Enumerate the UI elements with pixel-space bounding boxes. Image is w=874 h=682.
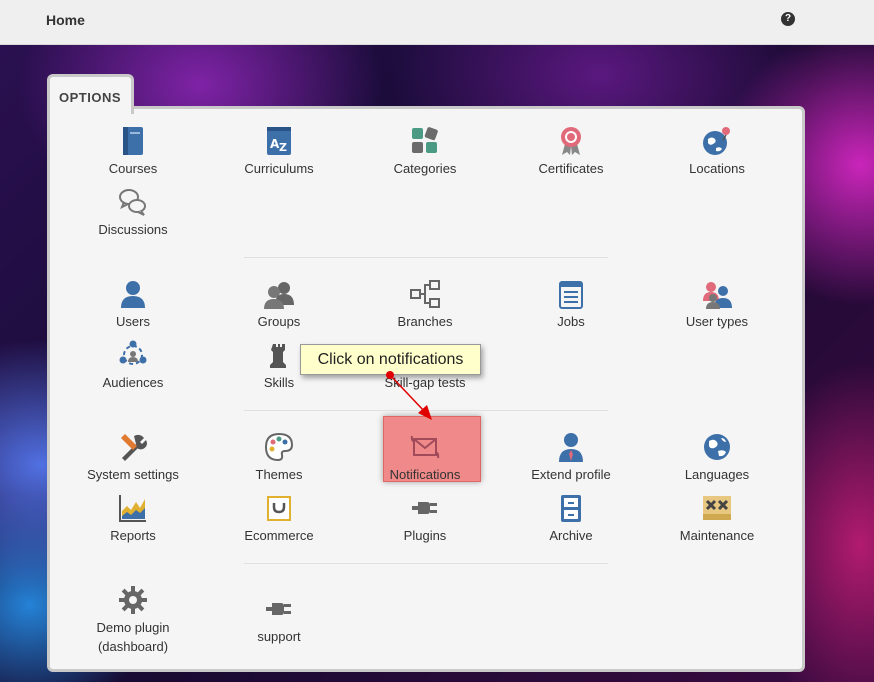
branches-item[interactable]: Branches <box>365 279 485 331</box>
hierarchy-icon <box>410 280 440 308</box>
question-circle-icon[interactable]: ? <box>781 12 795 26</box>
book-icon <box>123 127 143 155</box>
plug-icon <box>266 603 291 615</box>
ecommerce-item[interactable]: Ecommerce <box>219 493 339 545</box>
themes-item[interactable]: Themes <box>219 432 339 484</box>
plugins-item[interactable]: Plugins <box>365 493 485 545</box>
jobs-item[interactable]: Jobs <box>511 279 631 331</box>
shopping-bag-icon <box>267 496 291 521</box>
chat-bubbles-icon <box>119 189 146 216</box>
audiences-item[interactable]: Audiences <box>73 340 193 392</box>
users-item[interactable]: Users <box>73 279 193 331</box>
chess-rook-icon <box>270 344 286 368</box>
support-item[interactable]: support <box>219 594 339 646</box>
archive-box-icon <box>561 495 581 522</box>
discussions-item[interactable]: Discussions <box>73 187 193 239</box>
archive-item[interactable]: Archive <box>511 493 631 545</box>
globe-icon <box>704 434 730 460</box>
area-chart-icon <box>119 495 146 522</box>
mail-notification-icon <box>410 435 440 459</box>
reports-item[interactable]: Reports <box>73 493 193 545</box>
notifications-item[interactable]: Notifications <box>365 432 485 484</box>
gear-icon <box>119 586 147 614</box>
categories-item[interactable]: Categories <box>365 126 485 178</box>
demo-plugin-item[interactable]: Demo plugin (dashboard) <box>73 585 193 656</box>
locations-item[interactable]: Locations <box>657 126 777 178</box>
maintenance-item[interactable]: Maintenance <box>657 493 777 545</box>
arrow-pointer <box>386 371 432 420</box>
user-types-icon <box>703 282 732 309</box>
certificates-item[interactable]: Certificates <box>511 126 631 178</box>
system-settings-item[interactable]: System settings <box>73 432 193 484</box>
plug-icon <box>412 502 437 514</box>
az-icon: AZ <box>267 127 291 155</box>
courses-item[interactable]: Courses <box>73 126 193 178</box>
group-icon <box>264 282 294 309</box>
separator <box>244 563 608 564</box>
top-bar: Home ? <box>0 0 874 45</box>
user-tie-icon <box>559 433 583 462</box>
maintenance-tools-icon <box>703 496 731 520</box>
groups-item[interactable]: Groups <box>219 279 339 331</box>
languages-item[interactable]: Languages <box>657 432 777 484</box>
shapes-icon <box>412 127 438 153</box>
tools-icon <box>121 434 147 461</box>
separator <box>244 257 608 258</box>
audience-icon <box>119 340 147 365</box>
user-types-item[interactable]: User types <box>657 279 777 331</box>
globe-pin-icon <box>703 127 730 155</box>
award-ribbon-icon <box>561 127 581 155</box>
user-icon <box>121 281 145 308</box>
notepad-icon <box>559 281 583 309</box>
svg-text:Z: Z <box>279 141 287 154</box>
curriculums-item[interactable]: AZ Curriculums <box>219 126 339 178</box>
home-link[interactable]: Home <box>46 12 85 28</box>
extend-profile-item[interactable]: Extend profile <box>511 432 631 484</box>
palette-icon <box>264 432 294 462</box>
tab-options-label: OPTIONS <box>59 90 122 105</box>
